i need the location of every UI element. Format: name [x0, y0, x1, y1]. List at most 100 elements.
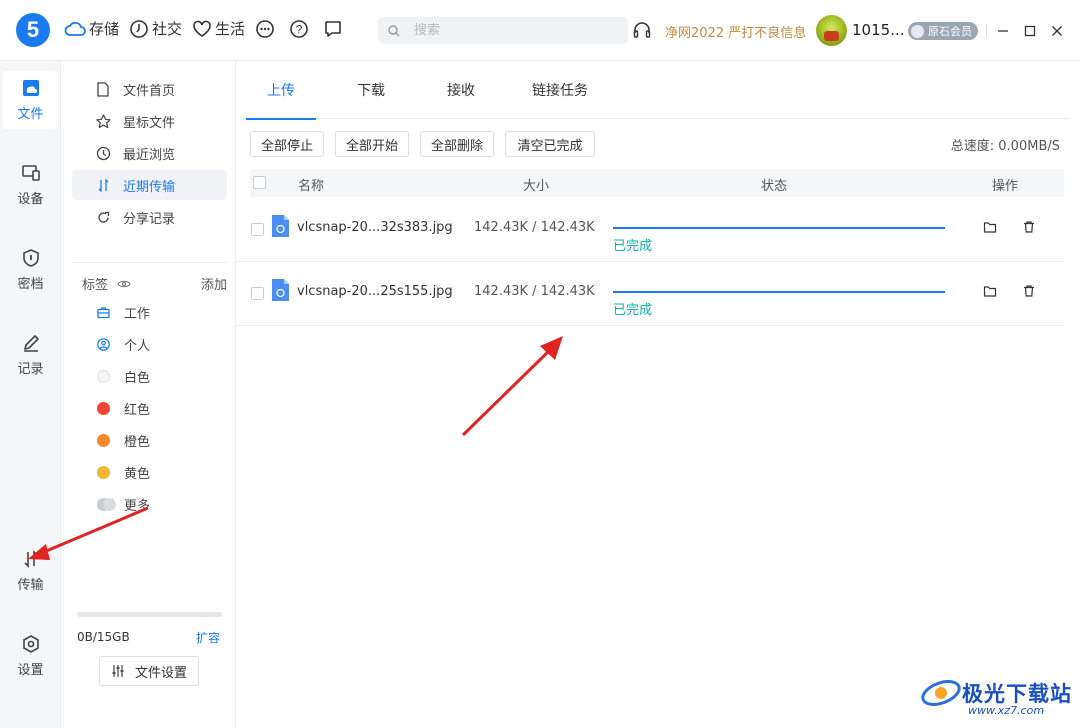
tag-label: 个人: [124, 338, 151, 354]
red-dot-icon: [97, 401, 110, 415]
transfer-panel: 上传 下载 接收 链接任务 全部停止 全部开始 全部删除 清空已完成 总速度: …: [236, 61, 1080, 728]
status-text: 已完成: [613, 239, 653, 254]
watermark-logo-icon: [921, 680, 961, 706]
tag-item-red[interactable]: 红色: [97, 398, 150, 418]
row-checkbox[interactable]: [251, 223, 264, 236]
tag-item-work[interactable]: 工作: [97, 302, 150, 322]
tag-label: 更多: [124, 498, 151, 514]
storage-quota-text: 0B/15GB: [77, 630, 130, 644]
search-input[interactable]: [414, 23, 604, 38]
tab-link-tasks[interactable]: 链接任务: [516, 61, 604, 119]
rail-item-settings[interactable]: 设置: [3, 627, 58, 685]
file-cloud-icon: [22, 80, 39, 96]
close-icon[interactable]: [1048, 22, 1066, 40]
divider: [986, 25, 987, 37]
side-item-label: 近期传输: [123, 179, 176, 195]
settings-icon: [22, 635, 39, 653]
rail-label: 记录: [17, 362, 44, 377]
nav-social[interactable]: 社交: [129, 18, 182, 39]
help-icon[interactable]: ?: [289, 19, 309, 39]
table-header: 名称 大小 状态 操作: [250, 169, 1064, 197]
clock-icon: [130, 19, 148, 38]
progress-fill: [613, 291, 945, 293]
app-logo[interactable]: 5: [16, 13, 50, 47]
tag-label: 红色: [124, 402, 151, 418]
column-status: 状态: [761, 179, 788, 194]
side-item-label: 文件首页: [123, 83, 176, 99]
clear-completed-button[interactable]: 清空已完成: [505, 131, 595, 157]
select-all-checkbox[interactable]: [253, 176, 266, 189]
progress-bar: [613, 227, 945, 229]
tag-item-white[interactable]: 白色: [97, 366, 150, 386]
rail-item-records[interactable]: 记录: [3, 326, 58, 384]
tag-item-yellow[interactable]: 黄色: [97, 462, 150, 482]
more-colors-icon: [97, 497, 117, 511]
trash-icon[interactable]: [1022, 284, 1036, 298]
tab-download[interactable]: 下载: [336, 61, 406, 119]
tag-item-more[interactable]: 更多: [97, 494, 150, 514]
table-row[interactable]: vlcsnap-20...32s383.jpg 142.43K / 142.43…: [236, 198, 1064, 262]
file-name[interactable]: vlcsnap-20...25s155.jpg: [297, 284, 453, 299]
rail-item-transfer[interactable]: 传输: [3, 542, 58, 600]
image-file-icon: [272, 279, 289, 301]
devices-icon: [21, 165, 40, 181]
tag-item-orange[interactable]: 橙色: [97, 430, 150, 450]
shield-icon: [22, 249, 39, 267]
trash-icon[interactable]: [1022, 220, 1036, 234]
top-nav: 存储 社交 生活 ?: [64, 18, 357, 39]
tags-add-button[interactable]: 添加: [201, 274, 227, 293]
username[interactable]: 1015...: [852, 21, 904, 39]
side-item-home[interactable]: 文件首页: [72, 74, 227, 104]
tag-label: 黄色: [124, 466, 151, 482]
watermark-url: www.xz7.com: [968, 704, 1045, 717]
stop-all-button[interactable]: 全部停止: [250, 131, 324, 157]
table-row[interactable]: vlcsnap-20...25s155.jpg 142.43K / 142.43…: [236, 262, 1064, 326]
vip-badge[interactable]: 原石会员: [908, 22, 978, 40]
search-box[interactable]: [378, 17, 628, 44]
total-speed: 总速度: 0.00MB/S: [950, 139, 1060, 154]
headset-icon[interactable]: [632, 20, 652, 44]
share-icon: [98, 211, 110, 223]
vip-dot-icon: [911, 24, 924, 38]
tab-upload[interactable]: 上传: [246, 61, 316, 120]
file-sidebar: 文件首页 星标文件 最近浏览 近期传输 分享记录 标签 添加 工作 个人 白色 …: [61, 61, 236, 728]
rail-label: 密档: [17, 277, 44, 292]
transfer-icon: [98, 178, 109, 193]
file-settings-button[interactable]: 文件设置: [99, 656, 199, 686]
transfer-tabs: 上传 下载 接收 链接任务: [246, 61, 1070, 120]
star-icon: [96, 114, 111, 129]
nav-storage[interactable]: 存储: [64, 18, 119, 39]
rail-item-devices[interactable]: 设备: [3, 156, 58, 214]
more-apps-icon[interactable]: [255, 19, 275, 39]
tag-item-personal[interactable]: 个人: [97, 334, 150, 354]
tab-receive[interactable]: 接收: [426, 61, 496, 119]
maximize-icon[interactable]: [1021, 22, 1039, 40]
folder-icon[interactable]: [983, 284, 997, 298]
side-item-recent[interactable]: 最近浏览: [72, 138, 227, 168]
yellow-dot-icon: [97, 465, 110, 479]
briefcase-icon: [97, 306, 110, 318]
side-item-label: 最近浏览: [123, 147, 176, 163]
side-item-starred[interactable]: 星标文件: [72, 106, 227, 136]
announcement-link[interactable]: 净网2022 严打不良信息: [665, 22, 806, 41]
row-checkbox[interactable]: [251, 287, 264, 300]
eye-icon[interactable]: [117, 279, 131, 289]
divider: [72, 262, 227, 263]
folder-icon[interactable]: [983, 220, 997, 234]
file-name[interactable]: vlcsnap-20...32s383.jpg: [297, 220, 453, 235]
minimize-icon[interactable]: [994, 22, 1012, 40]
rail-item-files[interactable]: 文件: [3, 71, 58, 129]
rail-label: 文件: [17, 107, 44, 122]
expand-storage-link[interactable]: 扩容: [196, 629, 220, 646]
side-item-shares[interactable]: 分享记录: [72, 202, 227, 232]
top-bar: 5 存储 社交 生活 ? 净网2022 严打不良信息 1015... 原石会员: [0, 0, 1080, 61]
side-item-transfers[interactable]: 近期传输: [72, 170, 227, 200]
start-all-button[interactable]: 全部开始: [335, 131, 409, 157]
avatar[interactable]: [816, 15, 847, 46]
message-icon[interactable]: [323, 19, 343, 39]
rail-item-vault[interactable]: 密档: [3, 241, 58, 299]
delete-all-button[interactable]: 全部删除: [420, 131, 494, 157]
nav-life[interactable]: 生活: [192, 18, 245, 39]
column-name: 名称: [298, 179, 325, 194]
storage-quota-bar: [77, 612, 222, 617]
